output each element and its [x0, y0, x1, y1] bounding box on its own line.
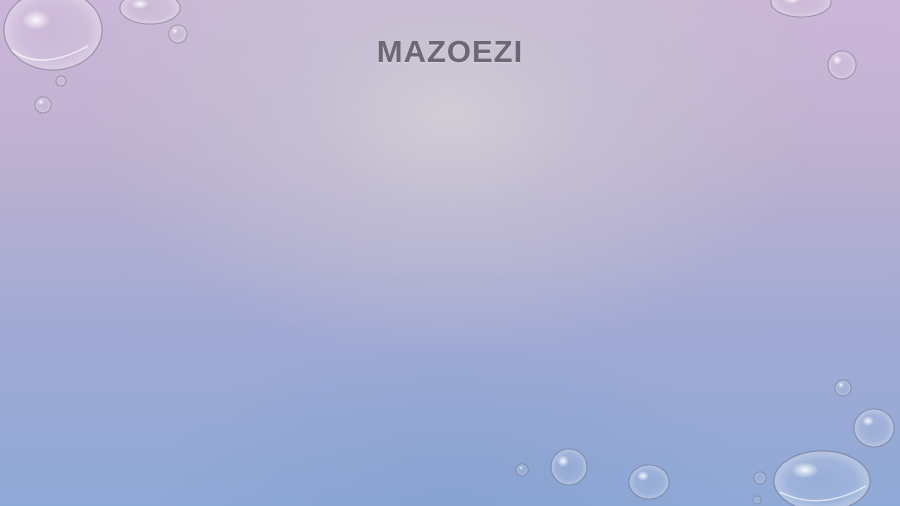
drop-top-left-2 — [119, 0, 181, 25]
drop-top-right-2 — [827, 50, 857, 80]
drop-bottom-right-3 — [753, 471, 767, 485]
drop-top-left-4 — [55, 75, 67, 87]
drop-bottom-center-1 — [628, 464, 670, 500]
drop-bottom-right-1 — [834, 379, 852, 397]
drop-top-right-1 — [770, 0, 832, 18]
drop-bottom-right-4 — [752, 495, 762, 505]
drop-bottom-right-large — [773, 450, 871, 506]
drop-top-left-3 — [168, 24, 188, 44]
drop-bottom-right-2 — [853, 408, 895, 448]
water-drops-decoration — [3, 0, 895, 506]
drop-large-top-left — [3, 0, 103, 71]
drop-bottom-center-2 — [550, 448, 588, 486]
drop-bottom-center-3 — [515, 463, 529, 477]
drop-top-left-5 — [34, 96, 52, 114]
